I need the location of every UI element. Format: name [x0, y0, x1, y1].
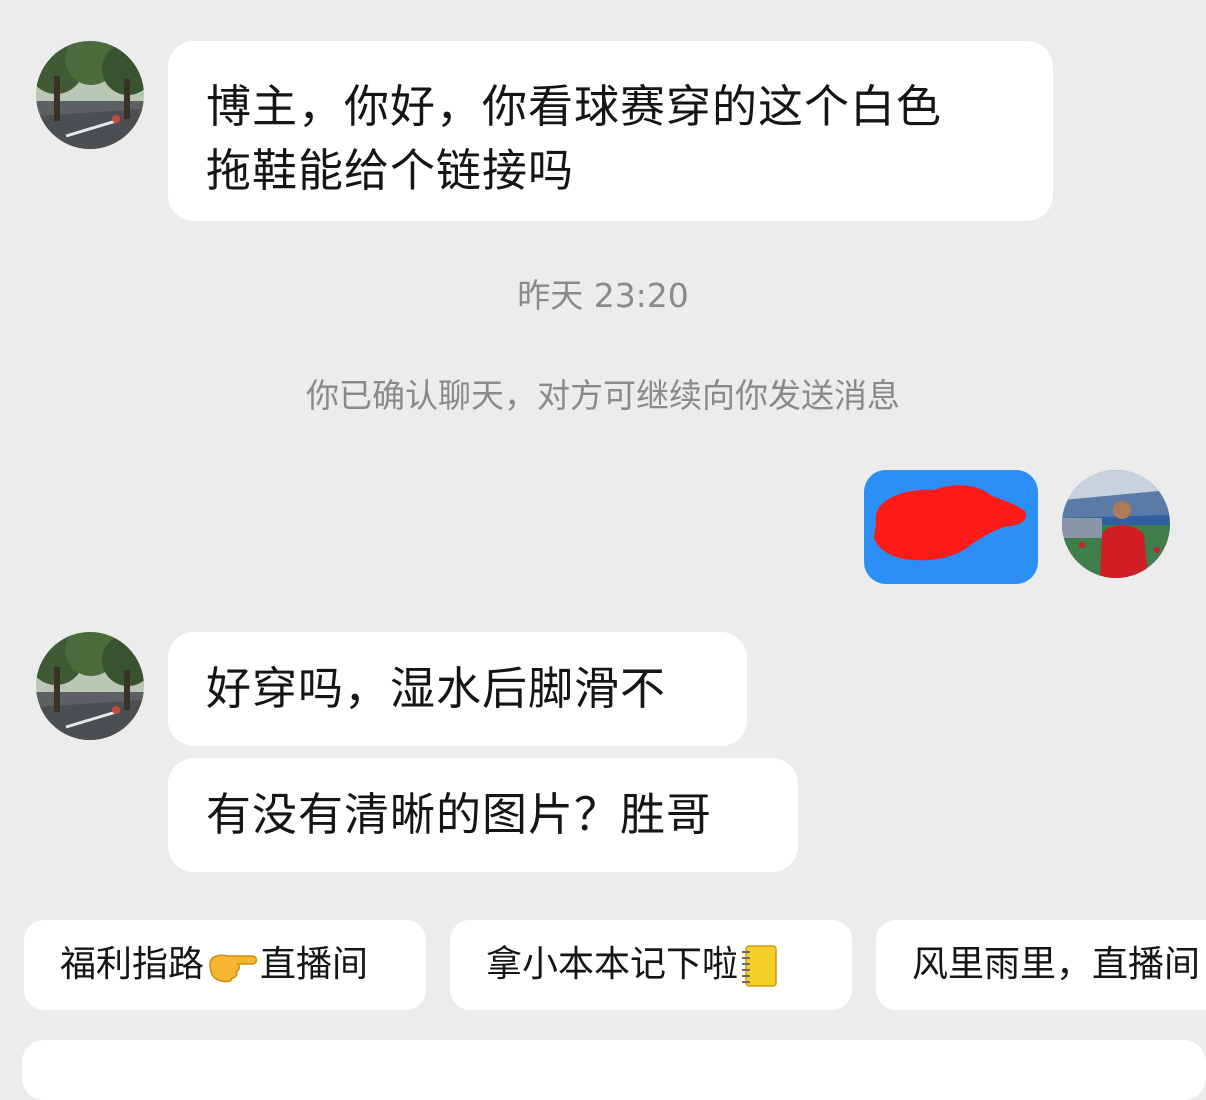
pointing-hand-icon: [209, 954, 258, 983]
quick-reply-chip[interactable]: 风里雨里，直播间: [876, 920, 1206, 1010]
notebook-icon: [742, 945, 777, 987]
sent-message-bubble[interactable]: [864, 470, 1038, 584]
quick-reply-label: 风里雨里，直播间: [912, 944, 1201, 985]
quick-reply-label: 直播间: [260, 944, 369, 985]
my-avatar[interactable]: [1062, 470, 1170, 578]
quick-reply-chip[interactable]: 福利指路 直播间: [24, 920, 426, 1010]
redaction-scribble: [874, 485, 1027, 561]
message-input-bar[interactable]: [22, 1040, 1206, 1100]
received-message-bubble[interactable]: 博主，你好，你看球赛穿的这个白色 拖鞋能给个链接吗: [168, 41, 1053, 221]
message-timestamp: 昨天 23:20: [517, 276, 689, 315]
message-text-line: 拖鞋能给个链接吗: [206, 144, 575, 197]
message-text: 有没有清晰的图片？胜哥: [206, 788, 713, 841]
received-message-bubble[interactable]: 好穿吗，湿水后脚滑不: [168, 632, 747, 746]
received-message-bubble[interactable]: 有没有清晰的图片？胜哥: [168, 758, 798, 872]
contact-avatar[interactable]: [36, 632, 144, 740]
system-notice: 你已确认聊天，对方可继续向你发送消息: [306, 376, 900, 415]
message-text: 好穿吗，湿水后脚滑不: [206, 662, 667, 715]
quick-reply-label: 福利指路: [60, 944, 205, 985]
contact-avatar[interactable]: [36, 41, 144, 149]
message-text-line: 博主，你好，你看球赛穿的这个白色: [206, 80, 943, 133]
quick-reply-label: 拿小本本记下啦: [486, 944, 739, 985]
quick-reply-chip[interactable]: 拿小本本记下啦: [450, 920, 852, 1010]
